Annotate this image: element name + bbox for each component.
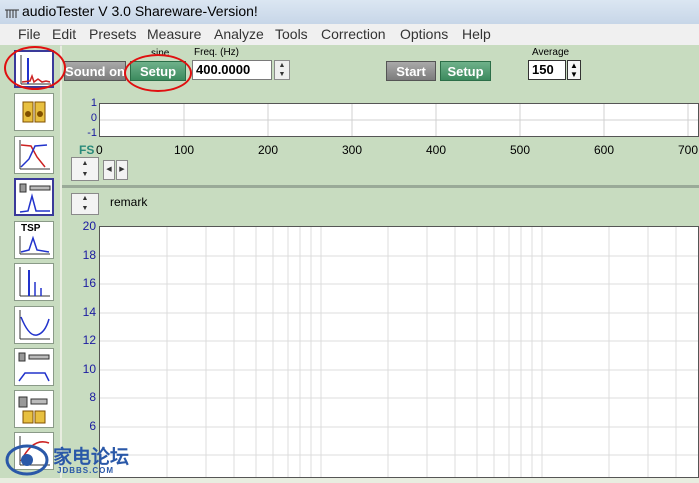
average-spinner[interactable]: ▲ ▼	[567, 60, 581, 80]
distortion-tool-button[interactable]	[14, 178, 54, 216]
start-button[interactable]: Start	[386, 61, 436, 81]
frequency-spinner[interactable]: ▲ ▼	[274, 60, 290, 80]
main-plot-y-tick: 18	[82, 248, 96, 262]
main-plot-y-tick: 16	[82, 276, 96, 290]
menu-analyze[interactable]: Analyze	[214, 26, 264, 42]
window-title: audioTester V 3.0 Shareware-Version!	[22, 3, 258, 19]
menu-bar: File Edit Presets Measure Analyze Tools …	[0, 24, 699, 46]
top-plot-y-tick: 0	[90, 112, 97, 124]
measure-setup-button[interactable]: Setup	[440, 61, 491, 81]
distortion-tool-icon	[19, 183, 51, 213]
spin-down-icon[interactable]: ▼	[72, 169, 98, 180]
top-plot-y-tick: -1	[87, 127, 97, 139]
main-plot-grid	[100, 227, 698, 477]
remark-label: remark	[110, 195, 148, 209]
frequency-response-tool-button[interactable]	[14, 348, 54, 386]
tsp-label: TSP	[21, 223, 41, 234]
average-input[interactable]: 150	[528, 60, 566, 80]
impulse-tool-button[interactable]	[14, 263, 54, 301]
main-plot-y-tick: 6	[89, 419, 96, 433]
frequency-input[interactable]: 400.0000	[192, 60, 272, 80]
x-tick: 100	[174, 143, 195, 157]
menu-file[interactable]: File	[18, 26, 41, 42]
menu-presets[interactable]: Presets	[89, 26, 136, 42]
impedance-tool-icon	[19, 310, 50, 340]
speaker-tool-icon	[22, 101, 46, 123]
title-bar: audioTester V 3.0 Shareware-Version!	[0, 0, 699, 24]
main-plot-y-tick: 8	[89, 390, 96, 404]
x-tick: 300	[342, 143, 363, 157]
scroll-right-icon[interactable]: ▶	[116, 160, 128, 180]
impedance-tool-button[interactable]	[14, 306, 54, 344]
frequency-response-tool-icon	[18, 352, 50, 382]
spin-down-icon[interactable]: ▼	[72, 204, 98, 214]
main-plot-y-tick: 14	[82, 305, 96, 319]
driver-tool-button[interactable]	[14, 390, 54, 428]
x-tick: 200	[258, 143, 279, 157]
signal-plot[interactable]	[99, 103, 699, 137]
watermark-subtext: JDBBS.COM	[57, 466, 115, 475]
menu-help[interactable]: Help	[462, 26, 491, 42]
menu-tools[interactable]: Tools	[275, 26, 308, 42]
main-plot[interactable]	[99, 226, 699, 478]
annotation-circle	[124, 54, 192, 92]
impulse-tool-icon	[19, 267, 50, 297]
app-icon	[5, 9, 19, 18]
panel-splitter[interactable]	[62, 185, 699, 188]
filter-response-tool-icon	[19, 140, 50, 170]
watermark-icon	[5, 444, 49, 476]
menu-edit[interactable]: Edit	[52, 26, 76, 42]
x-tick: 500	[510, 143, 531, 157]
spin-up-icon[interactable]: ▲	[568, 61, 580, 70]
menu-options[interactable]: Options	[400, 26, 448, 42]
spin-up-icon[interactable]: ▲	[72, 194, 98, 204]
watermark-logo: 家电论坛 JDBBS.COM	[5, 440, 135, 478]
spin-up-icon[interactable]: ▲	[275, 61, 289, 70]
watermark-text: 家电论坛	[53, 447, 130, 468]
scroll-left-icon[interactable]: ◀	[103, 160, 115, 180]
annotation-circle	[4, 46, 66, 90]
average-label: Average	[532, 47, 570, 58]
speaker-tool-button[interactable]	[14, 93, 54, 131]
zoom-spinner[interactable]: ▲ ▼	[71, 157, 99, 181]
x-tick: 400	[426, 143, 447, 157]
filter-response-tool-button[interactable]	[14, 136, 54, 174]
freq-label: Freq. (Hz)	[194, 47, 239, 58]
spin-up-icon[interactable]: ▲	[72, 158, 98, 169]
top-plot-y-tick: 1	[90, 97, 97, 109]
menu-correction[interactable]: Correction	[321, 26, 386, 42]
x-tick: 0	[96, 143, 103, 157]
sound-on-button[interactable]: Sound on	[64, 61, 126, 81]
main-plot-y-tick: 12	[82, 333, 96, 347]
signal-plot-grid	[100, 104, 698, 136]
x-tick: 700	[678, 143, 699, 157]
x-axis-label: FS	[79, 143, 95, 157]
remark-spinner[interactable]: ▲ ▼	[71, 193, 99, 215]
main-plot-y-tick: 20	[82, 219, 96, 233]
main-plot-y-tick: 10	[82, 362, 96, 376]
spin-down-icon[interactable]: ▼	[568, 70, 580, 79]
menu-measure[interactable]: Measure	[147, 26, 201, 42]
x-tick: 600	[594, 143, 615, 157]
spin-down-icon[interactable]: ▼	[275, 70, 289, 79]
driver-tool-icon	[18, 396, 48, 424]
tsp-tool-button[interactable]: TSP	[14, 221, 54, 259]
